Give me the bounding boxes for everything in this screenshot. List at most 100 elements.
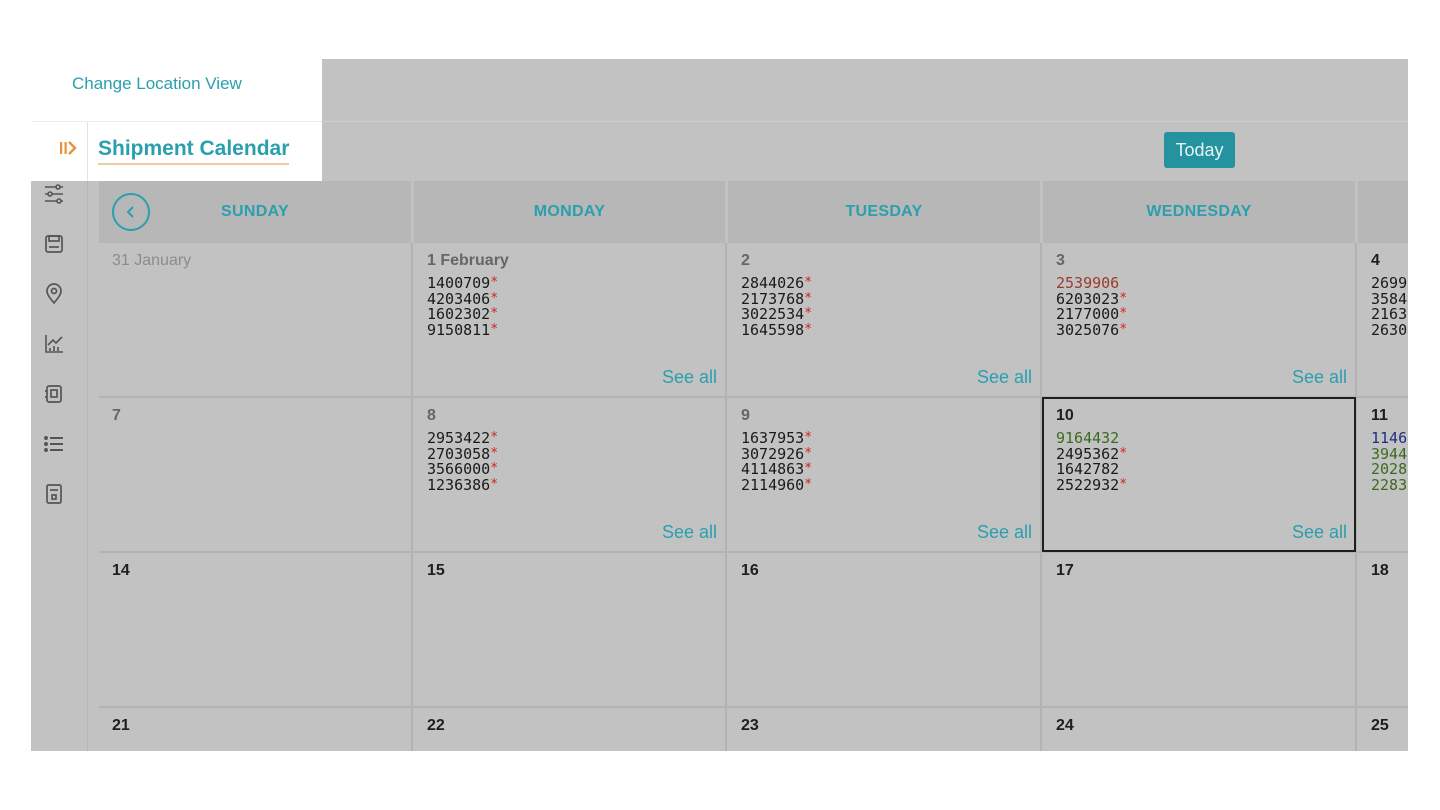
required-star-icon: * xyxy=(1119,321,1128,337)
required-star-icon: * xyxy=(804,476,813,492)
device-icon[interactable] xyxy=(41,381,67,407)
see-all-link[interactable]: See all xyxy=(977,522,1032,543)
calendar-date-label: 18 xyxy=(1371,562,1389,579)
shipment-id: 2283 xyxy=(1371,475,1408,494)
required-star-icon: * xyxy=(804,275,813,290)
page-title: Shipment Calendar xyxy=(98,137,290,165)
day-header-thursday xyxy=(1358,181,1408,243)
calendar-date-label: 24 xyxy=(1056,717,1074,734)
calendar-day-cell[interactable]: 14 xyxy=(99,553,411,706)
calendar-day-cell[interactable]: 2 2844026* 2173768* 3022534* 1645598* See all xyxy=(728,243,1040,396)
shipment-list: 9164432 2495362* 1642782 2522932* xyxy=(1056,430,1127,494)
shipment-list: 1637953* 3072926* 4114863* 2114960* xyxy=(741,430,813,494)
shipment-id: 1236386 xyxy=(427,475,491,494)
calendar-day-cell[interactable]: 17 xyxy=(1043,553,1355,706)
calendar-date-label: 22 xyxy=(427,717,445,734)
calendar-date-label: 11 xyxy=(1371,407,1388,424)
sidebar-divider xyxy=(87,181,88,751)
shipment-list: 2953422* 2703058* 3566000* 1236386* xyxy=(427,430,499,494)
calendar-date-label: 1 February xyxy=(427,252,509,269)
required-star-icon: * xyxy=(490,461,499,476)
expand-sidebar-icon[interactable] xyxy=(58,139,80,157)
calendar-date-label: 25 xyxy=(1371,717,1389,734)
shipment-list: 2844026* 2173768* 3022534* 1645598* xyxy=(741,275,813,339)
grid-row-divider xyxy=(99,396,1408,398)
shipment-item[interactable]: 2114960* xyxy=(741,476,813,494)
day-header-label: WEDNESDAY xyxy=(1146,203,1252,220)
required-star-icon: * xyxy=(490,275,499,290)
shipment-item[interactable]: 2630 xyxy=(1371,322,1407,339)
shipment-item[interactable]: 9150811* xyxy=(427,322,498,339)
location-popover: Change Location View Shipment Calendar xyxy=(31,59,322,181)
shipment-list: 2539906 6203023* 2177000* 3025076* xyxy=(1056,275,1128,339)
calendar-date-label: 17 xyxy=(1056,562,1074,579)
calendar-day-cell[interactable]: 3 2539906 6203023* 2177000* 3025076* See all xyxy=(1043,243,1355,396)
grid-column-divider xyxy=(725,243,727,751)
calendar-day-cell[interactable]: 16 xyxy=(728,553,1040,706)
required-star-icon: * xyxy=(490,306,499,321)
calendar-day-cell[interactable]: 25 xyxy=(1358,708,1408,751)
day-header-label: MONDAY xyxy=(533,203,606,220)
calendar-day-cell[interactable]: 23 xyxy=(728,708,1040,751)
previous-week-button[interactable] xyxy=(112,193,150,231)
calendar-day-cell[interactable]: 1 February 1400709* 4203406* 1602302* 915081… xyxy=(414,243,725,396)
map-pin-icon[interactable] xyxy=(41,281,67,307)
grid-column-divider xyxy=(1040,243,1042,751)
required-star-icon: * xyxy=(1119,290,1128,306)
calendar-day-cell[interactable]: 24 xyxy=(1043,708,1355,751)
document-icon[interactable] xyxy=(41,481,67,507)
see-all-link[interactable]: See all xyxy=(1292,522,1347,543)
calendar-day-cell[interactable]: 7 xyxy=(99,398,411,551)
required-star-icon: * xyxy=(490,290,499,306)
required-star-icon: * xyxy=(804,306,813,321)
calendar-day-cell[interactable]: 8 2953422* 2703058* 3566000* 1236386* See all xyxy=(414,398,725,551)
calendar-day-cell[interactable]: 4 2699 3584 2163 2630 xyxy=(1358,243,1408,396)
required-star-icon: * xyxy=(490,430,499,445)
shipment-item[interactable]: 3025076* xyxy=(1056,320,1128,339)
shipment-item[interactable]: 2522932* xyxy=(1056,475,1127,494)
calendar-date-label: 2 xyxy=(741,252,750,269)
chevron-left-icon xyxy=(126,206,134,218)
icon-sidebar xyxy=(31,181,88,751)
calendar-date-label: 31 January xyxy=(112,252,192,269)
today-button[interactable]: Today xyxy=(1164,132,1235,168)
required-star-icon: * xyxy=(804,445,813,461)
day-header-tuesday: TUESDAY xyxy=(728,181,1040,243)
calendar-day-cell[interactable]: 22 xyxy=(414,708,725,751)
shipment-id: 1645598 xyxy=(741,320,805,339)
bar-chart-icon[interactable] xyxy=(41,331,67,357)
calendar-day-cell[interactable]: 15 xyxy=(414,553,725,706)
list-icon[interactable] xyxy=(41,431,67,457)
calendar-date-label: 7 xyxy=(112,407,121,424)
title-divider xyxy=(87,122,88,181)
change-location-view-link[interactable]: Change Location View xyxy=(72,74,242,94)
calendar-day-cell[interactable]: 11 1146 3944 2028 2283 xyxy=(1358,398,1408,551)
shipment-item[interactable]: 2283 xyxy=(1371,475,1408,494)
calendar-day-cell[interactable]: 21 xyxy=(99,708,411,751)
shipment-list: 2699 3584 2163 2630 xyxy=(1371,275,1407,339)
see-all-link[interactable]: See all xyxy=(662,522,717,543)
required-star-icon: * xyxy=(490,476,499,492)
popover-divider xyxy=(31,121,322,122)
calendar-day-cell[interactable]: 10 9164432 2495362* 1642782 2522932* See all xyxy=(1043,398,1355,551)
calendar-date-label: 14 xyxy=(112,562,130,579)
shipment-item[interactable]: 1645598* xyxy=(741,320,812,339)
floppy-disk-icon[interactable] xyxy=(41,231,67,257)
required-star-icon: * xyxy=(490,445,499,461)
calendar-day-cell[interactable]: 9 1637953* 3072926* 4114863* 2114960* See all xyxy=(728,398,1040,551)
toolbar-divider xyxy=(322,121,1408,122)
see-all-link[interactable]: See all xyxy=(977,367,1032,388)
required-star-icon: * xyxy=(804,430,813,445)
see-all-link[interactable]: See all xyxy=(662,367,717,388)
shipment-id: 3025076 xyxy=(1056,320,1120,339)
calendar-day-cell[interactable]: 31 January xyxy=(99,243,411,396)
shipment-item[interactable]: 1236386* xyxy=(427,475,499,494)
shipment-id: 2522932 xyxy=(1056,475,1120,494)
calendar-date-label: 8 xyxy=(427,407,436,424)
sliders-icon[interactable] xyxy=(41,181,67,207)
calendar-day-cell[interactable]: 18 xyxy=(1358,553,1408,706)
calendar-date-label: 10 xyxy=(1056,407,1074,424)
calendar-date-label: 16 xyxy=(741,562,759,579)
shipment-list: 1400709* 4203406* 1602302* 9150811* xyxy=(427,275,499,339)
see-all-link[interactable]: See all xyxy=(1292,367,1347,388)
